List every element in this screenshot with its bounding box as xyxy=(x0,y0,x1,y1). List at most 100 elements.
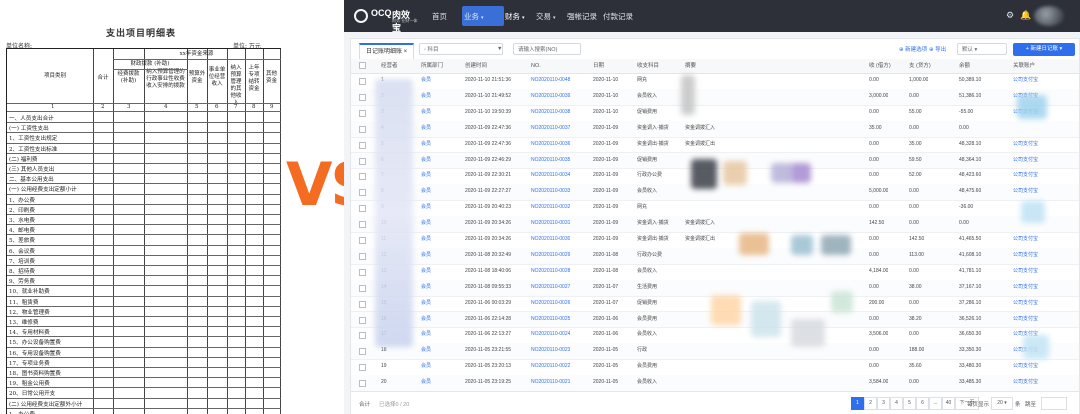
row-checkbox[interactable] xyxy=(359,268,366,276)
table-cell[interactable]: NO2020110-0024 xyxy=(531,327,570,343)
table-cell[interactable]: 会员 xyxy=(421,153,431,169)
row-checkbox[interactable] xyxy=(359,316,366,324)
table-cell[interactable]: 会员 xyxy=(421,312,431,328)
row-checkbox[interactable] xyxy=(359,380,366,388)
table-row[interactable]: 12会员2020-11-08 20:32:49NO2020110-0029202… xyxy=(351,247,1079,265)
column-header[interactable]: 收支科目 xyxy=(637,59,659,73)
table-cell[interactable]: 公司支付宝 xyxy=(1013,264,1038,280)
column-header[interactable]: 所属部门 xyxy=(421,59,443,73)
table-row[interactable]: 13会员2020-11-08 18:40:06NO2020110-0028202… xyxy=(351,264,1079,281)
table-cell[interactable]: NO2020110-0031 xyxy=(531,216,570,232)
table-cell[interactable]: 公司支付宝 xyxy=(1013,296,1038,312)
row-checkbox[interactable] xyxy=(359,141,366,149)
table-cell[interactable]: 会员 xyxy=(421,296,431,312)
nav-item-5[interactable]: 付款记录 xyxy=(603,11,633,22)
table-cell[interactable]: 会员 xyxy=(421,137,431,153)
column-header[interactable]: 关联账户 xyxy=(1013,59,1035,73)
settings-icon[interactable]: ⚙ xyxy=(1006,10,1014,21)
nav-item-4[interactable]: 强帐记录 xyxy=(567,11,597,22)
row-checkbox[interactable] xyxy=(359,364,366,372)
column-header[interactable]: 收 (借方) xyxy=(869,59,891,73)
column-header[interactable]: 支 (贷方) xyxy=(909,59,931,73)
table-cell[interactable]: 会员 xyxy=(421,327,431,343)
nav-item-2[interactable]: 财务 ▾ xyxy=(505,11,525,22)
table-cell[interactable]: NO2020110-0035 xyxy=(531,153,570,169)
new-option-link[interactable]: ⊕ 新建选项 xyxy=(899,45,927,53)
row-checkbox[interactable] xyxy=(359,173,366,181)
table-cell[interactable]: 会员 xyxy=(421,89,431,105)
page-button[interactable]: ... xyxy=(929,397,942,410)
row-checkbox[interactable] xyxy=(359,157,366,165)
page-button[interactable]: 40 xyxy=(942,397,955,410)
row-checkbox[interactable] xyxy=(359,205,366,213)
table-row[interactable]: 11会员2020-11-09 20:34:26NO2020110-0030202… xyxy=(351,232,1079,249)
row-checkbox[interactable] xyxy=(359,300,366,308)
table-row[interactable]: 10会员2020-11-09 20:34:26NO2020110-0031202… xyxy=(351,216,1079,233)
filter-dropdown-icon[interactable]: ▼ xyxy=(493,43,507,55)
export-link[interactable]: ⊕ 导出 xyxy=(929,45,946,53)
table-cell[interactable]: 会员 xyxy=(421,105,431,121)
table-cell[interactable]: NO2020110-0038 xyxy=(531,105,570,121)
table-cell[interactable]: 会员 xyxy=(421,121,431,137)
new-journal-button[interactable]: + 新建日记账 ▾ xyxy=(1013,43,1075,56)
table-row[interactable]: 18 会员 2020-11-05 23:21:55 NO2020110-0023 202… xyxy=(351,343,1079,361)
column-header[interactable]: 日期 xyxy=(593,59,604,73)
app-logo[interactable]: OCQ 肉效宝 财务·业财一体化 xyxy=(354,8,418,33)
row-checkbox[interactable] xyxy=(359,252,366,260)
table-cell[interactable]: 公司支付宝 xyxy=(1013,280,1038,296)
row-checkbox[interactable] xyxy=(359,125,366,133)
search-input[interactable]: 请输入搜索(NO) xyxy=(513,43,581,55)
column-header[interactable]: NO. xyxy=(531,59,541,73)
page-button[interactable]: 1 xyxy=(851,397,864,410)
table-cell[interactable]: 会员 xyxy=(421,232,431,248)
table-cell[interactable]: NO2020110-0037 xyxy=(531,121,570,137)
table-cell[interactable]: NO2020110-0028 xyxy=(531,264,570,280)
table-row[interactable]: 20 会员 2020-11-05 23:19:25 NO2020110-0021 202… xyxy=(351,375,1079,392)
table-cell[interactable]: 公司支付宝 xyxy=(1013,137,1038,153)
table-cell[interactable]: 会员 xyxy=(421,248,431,264)
table-cell[interactable]: NO2020110-0027 xyxy=(531,280,570,296)
table-cell[interactable]: NO2020110-0036 xyxy=(531,137,570,153)
avatar[interactable] xyxy=(1034,6,1064,26)
row-checkbox[interactable] xyxy=(359,221,366,229)
table-cell[interactable]: NO2020110-0022 xyxy=(531,359,570,375)
table-cell[interactable]: NO2020110-0021 xyxy=(531,375,570,391)
table-cell[interactable]: NO2020110-0025 xyxy=(531,312,570,328)
view-select[interactable]: 默认 ▾ xyxy=(957,43,1007,55)
table-cell[interactable]: 会员 xyxy=(421,343,431,359)
goto-input[interactable] xyxy=(1041,397,1067,410)
page-size-select[interactable]: 20 ▾ xyxy=(991,397,1013,410)
table-cell[interactable]: 会员 xyxy=(421,200,431,216)
column-header[interactable]: 余额 xyxy=(959,59,970,73)
table-row[interactable]: 3会员2020-11-10 19:50:39NO2020110-00382020… xyxy=(351,105,1079,122)
nav-item-3[interactable]: 交易 ▾ xyxy=(536,11,556,22)
table-cell[interactable]: 公司支付宝 xyxy=(1013,312,1038,328)
row-checkbox[interactable] xyxy=(359,93,366,101)
table-cell[interactable]: 公司支付宝 xyxy=(1013,153,1038,169)
table-cell[interactable]: 公司支付宝 xyxy=(1013,168,1038,184)
page-button[interactable]: 5 xyxy=(903,397,916,410)
table-cell[interactable]: 会员 xyxy=(421,216,431,232)
table-row[interactable]: 17会员2020-11-06 22:13:27NO2020110-0024202… xyxy=(351,327,1079,345)
table-row[interactable]: 4会员2020-11-09 22:47:36NO2020110-00372020… xyxy=(351,120,1079,138)
table-cell[interactable]: NO2020110-0026 xyxy=(531,296,570,312)
page-button[interactable]: 2 xyxy=(864,397,877,410)
bell-icon[interactable]: 🔔 xyxy=(1020,10,1031,21)
table-cell[interactable]: 会员 xyxy=(421,280,431,296)
column-header[interactable]: 经营者 xyxy=(381,59,398,73)
table-cell[interactable]: NO2020110-0034 xyxy=(531,168,570,184)
table-row[interactable]: 5会员2020-11-09 22:47:36NO2020110-00362020… xyxy=(351,137,1079,154)
table-cell[interactable]: 会员 xyxy=(421,375,431,391)
row-checkbox[interactable] xyxy=(359,348,366,356)
table-cell[interactable]: 公司支付宝 xyxy=(1013,184,1038,200)
table-cell[interactable]: 会员 xyxy=(421,264,431,280)
subject-filter[interactable]: ◦ 科目 xyxy=(419,43,503,55)
row-checkbox[interactable] xyxy=(359,284,366,292)
table-cell[interactable]: 会员 xyxy=(421,168,431,184)
nav-item-0[interactable]: 首页 xyxy=(432,11,447,22)
row-checkbox[interactable] xyxy=(359,78,366,85)
table-cell[interactable]: 公司支付宝 xyxy=(1013,73,1038,89)
page-button[interactable]: 6 xyxy=(916,397,929,410)
page-button[interactable]: 3 xyxy=(877,397,890,410)
nav-item-1[interactable]: 业务 ▾ xyxy=(464,11,484,22)
